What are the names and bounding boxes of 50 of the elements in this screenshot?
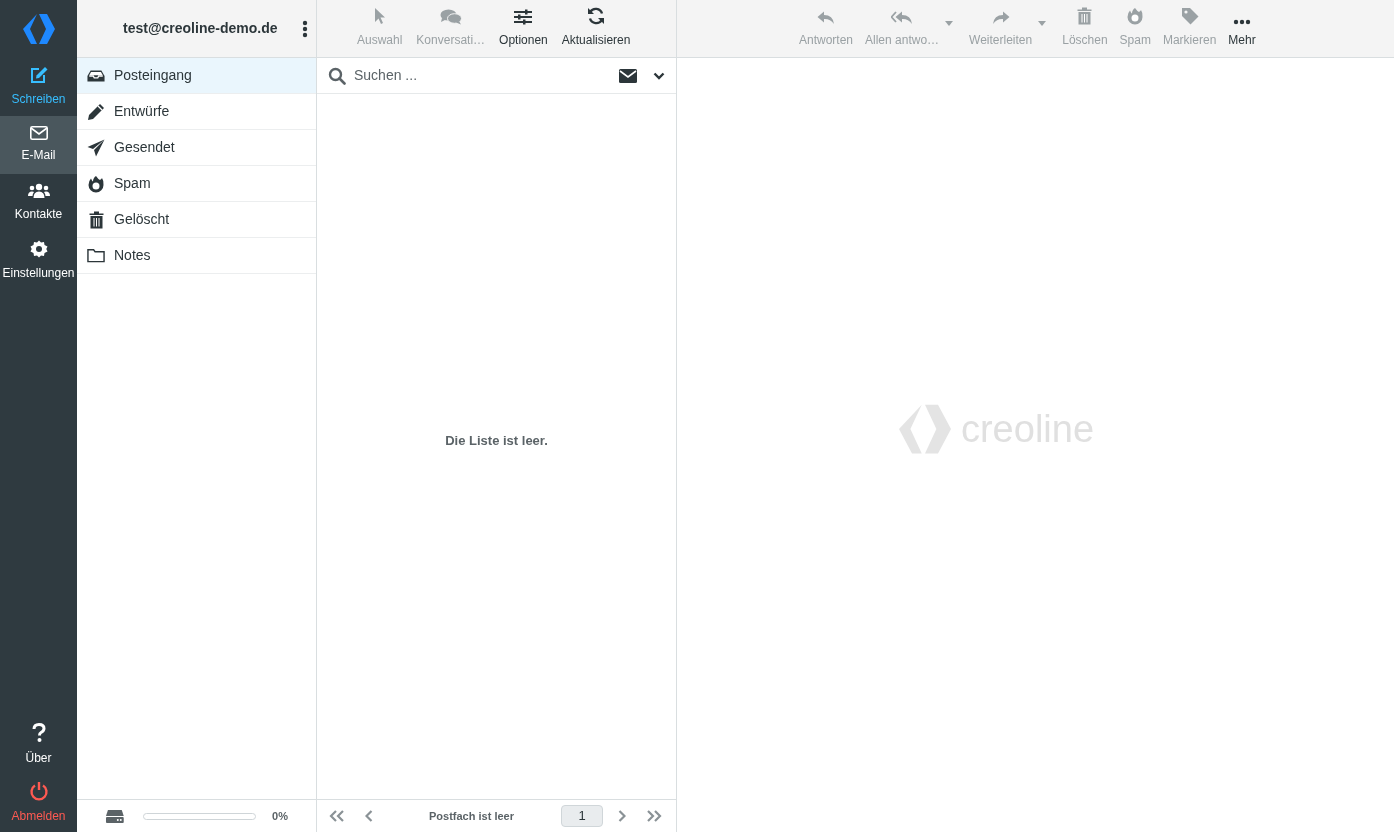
folder-item[interactable]: Posteingang: [77, 58, 316, 94]
account-email: test@creoline-demo.de: [123, 19, 278, 38]
edit-icon: [28, 66, 49, 84]
logo-icon[interactable]: [21, 13, 56, 45]
toolbar-button[interactable]: Mehr: [1222, 5, 1262, 49]
empty-list-message: Die Liste ist leer.: [445, 431, 548, 450]
nav-item[interactable]: Einstellungen: [0, 232, 77, 290]
nav-item[interactable]: Abmelden: [0, 774, 77, 832]
envelope-icon[interactable]: [619, 68, 637, 83]
page-number-field[interactable]: 1: [561, 805, 603, 827]
logo-watermark-icon: [896, 403, 953, 455]
chevron-down-icon[interactable]: [653, 71, 665, 80]
trash-icon: [1077, 7, 1093, 25]
sliders-icon: [514, 9, 533, 25]
next-page-icon[interactable]: [618, 810, 626, 822]
power-icon: [28, 781, 49, 801]
envelope-icon: [29, 126, 48, 140]
inbox-icon: [87, 68, 105, 83]
tag-icon: [1180, 7, 1199, 25]
paper-plane-icon: [87, 138, 105, 157]
nav-item[interactable]: Über: [0, 716, 77, 774]
forward-arrow-icon: [991, 11, 1010, 25]
help-icon: [31, 723, 46, 743]
nav-item[interactable]: E-Mail: [0, 116, 77, 174]
pencil-icon: [87, 102, 105, 121]
reply-arrow-icon: [817, 11, 835, 25]
last-page-icon[interactable]: [646, 810, 662, 822]
more-vertical-icon[interactable]: [302, 19, 308, 38]
folder-icon: [87, 248, 105, 263]
drive-icon: [105, 809, 125, 823]
flame-icon: [1127, 7, 1144, 25]
trash-icon: [88, 210, 104, 229]
toolbar-button[interactable]: Optionen: [493, 5, 554, 49]
more-horizontal-icon: [1233, 19, 1251, 25]
nav-item[interactable]: Schreiben: [0, 58, 77, 116]
search-icon: [328, 66, 346, 85]
search-field[interactable]: Suchen ...: [354, 65, 611, 86]
pagination-status: Postfach ist leer: [429, 808, 515, 824]
toolbar-button[interactable]: Aktualisieren: [555, 5, 637, 49]
pointer-icon: [373, 7, 386, 25]
chat-bubbles-icon: [439, 9, 462, 25]
reply-all-icon: [891, 11, 914, 25]
quota-percent: 0%: [272, 808, 288, 824]
refresh-icon: [587, 7, 606, 25]
settings-icon: [29, 240, 48, 258]
first-page-icon[interactable]: [329, 810, 345, 822]
nav-item[interactable]: Kontakte: [0, 174, 77, 232]
flame-icon: [88, 174, 104, 193]
users-icon: [27, 183, 50, 199]
previous-page-icon[interactable]: [365, 810, 373, 822]
